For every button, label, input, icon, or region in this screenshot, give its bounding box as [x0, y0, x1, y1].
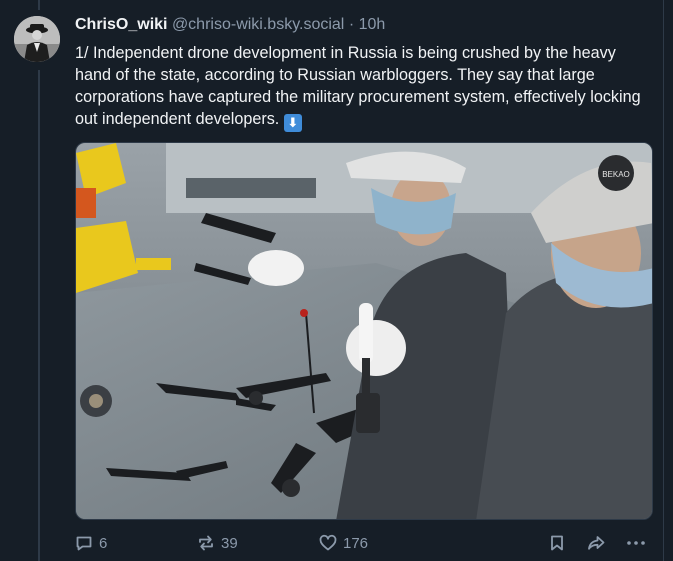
post-header: ChrisO_wiki @chriso-wiki.bsky.social · 1…	[75, 15, 385, 35]
helmet-badge: BEKAO	[602, 170, 630, 179]
share-icon	[588, 536, 605, 550]
more-icon	[627, 541, 645, 545]
thread-line-top	[38, 0, 40, 10]
reply-icon	[76, 536, 92, 551]
repost-icon	[199, 535, 213, 551]
like-count: 176	[343, 534, 369, 552]
action-bar: 6 39 176	[75, 530, 655, 556]
avatar-image	[14, 16, 60, 62]
handle[interactable]: @chriso-wiki.bsky.social	[172, 16, 344, 33]
post-image[interactable]: BEKAO	[75, 142, 653, 520]
more-button[interactable]	[626, 530, 646, 556]
post-body: 1/ Independent drone development in Russ…	[75, 44, 641, 128]
share-button[interactable]	[587, 530, 605, 556]
post-card[interactable]: ChrisO_wiki @chriso-wiki.bsky.social · 1…	[0, 0, 673, 561]
timestamp[interactable]: 10h	[359, 16, 386, 33]
drone-workshop-photo: BEKAO	[76, 143, 652, 519]
separator-dot: ·	[348, 16, 355, 33]
repost-count: 39	[221, 534, 238, 552]
thread-line	[38, 70, 40, 561]
like-button[interactable]: 176	[319, 530, 368, 556]
post-text: 1/ Independent drone development in Russ…	[75, 42, 655, 132]
reply-count: 6	[99, 534, 108, 552]
repost-button[interactable]: 39	[197, 530, 238, 556]
display-name[interactable]: ChrisO_wiki	[75, 16, 167, 33]
bookmark-button[interactable]	[548, 530, 566, 556]
down-arrow-emoji-icon: ⬇	[283, 114, 302, 132]
feed-border	[663, 0, 664, 561]
avatar[interactable]	[14, 16, 60, 62]
bookmark-icon	[551, 535, 563, 551]
reply-button[interactable]: 6	[75, 530, 107, 556]
heart-icon	[319, 534, 337, 551]
